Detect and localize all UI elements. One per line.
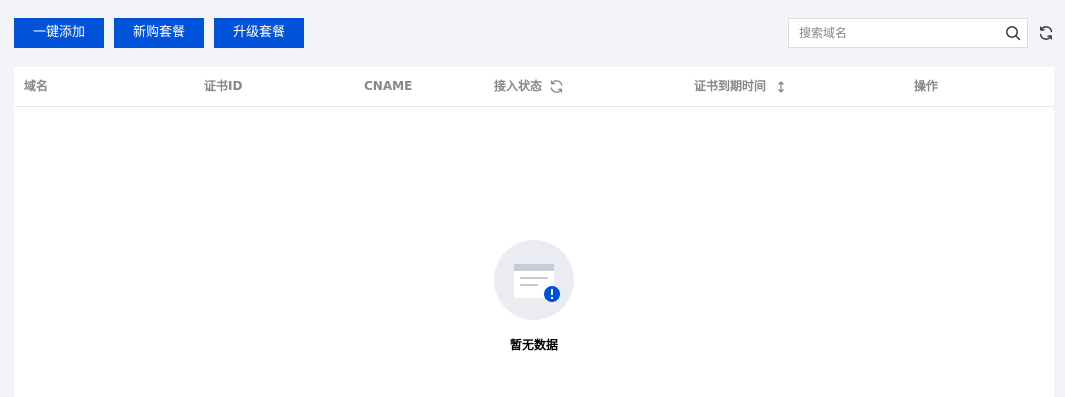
toolbar: 一键添加 新购套餐 升级套餐 — [14, 18, 1055, 48]
refresh-icon[interactable] — [549, 79, 564, 94]
column-header-domain: 域名 — [24, 79, 49, 93]
column-header-access-status-label: 接入状态 — [494, 79, 543, 93]
domain-table: 域名 证书ID CNAME 接入状态 证书到期时间 操作 暂无数据 — [14, 67, 1054, 397]
column-header-cert-id: 证书ID — [204, 79, 243, 93]
search-input[interactable] — [789, 19, 999, 47]
one-click-add-button[interactable]: 一键添加 — [14, 18, 104, 48]
refresh-icon[interactable] — [1038, 25, 1054, 41]
column-header-operations: 操作 — [914, 79, 939, 93]
column-header-access-status: 接入状态 — [494, 67, 564, 106]
empty-state: 暂无数据 — [14, 240, 1054, 353]
buy-package-button[interactable]: 新购套餐 — [114, 18, 204, 48]
column-header-cert-expire-time[interactable]: 证书到期时间 — [694, 67, 787, 106]
column-header-cname: CNAME — [364, 79, 413, 93]
search-icon[interactable] — [1005, 25, 1021, 41]
empty-data-icon — [494, 240, 574, 320]
column-header-cert-expire-time-label: 证书到期时间 — [694, 79, 767, 93]
sort-icon[interactable] — [775, 80, 787, 94]
empty-state-text: 暂无数据 — [509, 338, 558, 352]
table-header: 域名 证书ID CNAME 接入状态 证书到期时间 操作 — [14, 67, 1054, 107]
search-box — [788, 18, 1028, 48]
upgrade-package-button[interactable]: 升级套餐 — [214, 18, 304, 48]
